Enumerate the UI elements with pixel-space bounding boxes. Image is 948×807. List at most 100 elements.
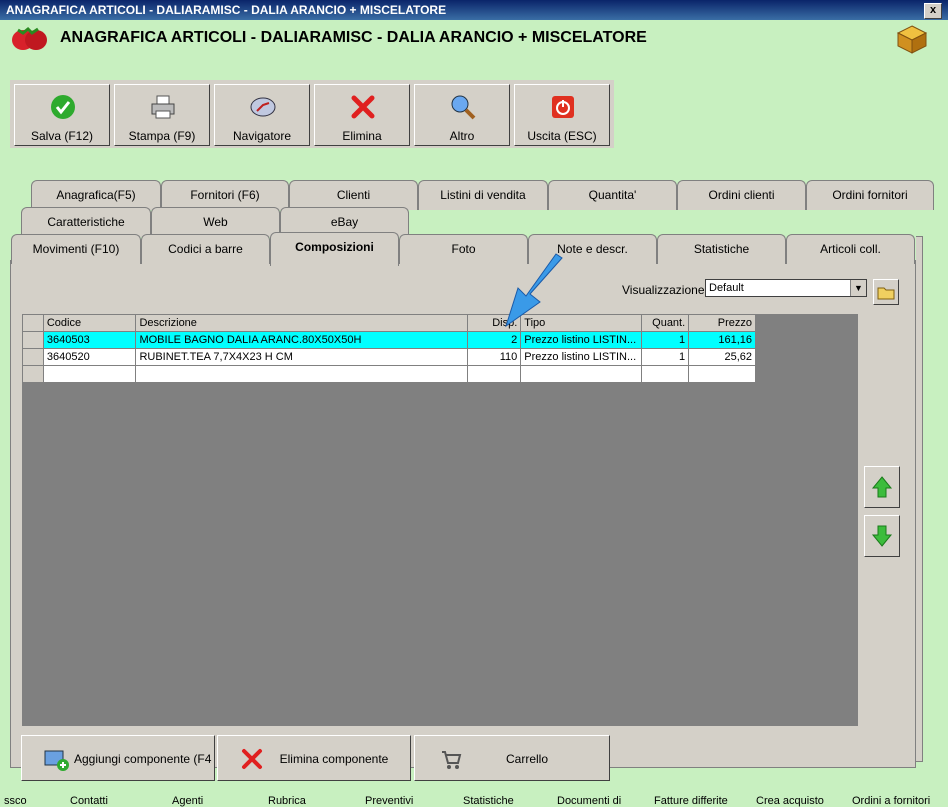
cell-disp[interactable]: 110 — [467, 348, 522, 366]
footer-tab[interactable]: Statistiche — [463, 795, 514, 807]
folder-icon — [877, 287, 895, 300]
move-up-button[interactable] — [864, 466, 900, 508]
window-title: ANAGRAFICA ARTICOLI - DALIARAMISC - DALI… — [6, 3, 447, 17]
folder-button[interactable] — [873, 279, 899, 305]
app-header: ANAGRAFICA ARTICOLI - DALIARAMISC - DALI… — [0, 20, 948, 68]
print-button[interactable]: Stampa (F9) — [114, 84, 210, 146]
row-selector[interactable] — [22, 365, 44, 383]
column-header-descrizione[interactable]: Descrizione — [135, 314, 469, 332]
tab-clienti[interactable]: Clienti — [289, 180, 418, 210]
check-icon — [51, 95, 75, 119]
footer-tab[interactable]: Ordini a fornitori — [852, 795, 930, 807]
cell-empty[interactable] — [42, 365, 137, 383]
footer-tab[interactable]: Contatti — [70, 795, 108, 807]
tab-panel-edge — [916, 236, 923, 762]
table-row[interactable]: 3640503 MOBILE BAGNO DALIA ARANC.80X50X5… — [22, 331, 756, 349]
print-label: Stampa (F9) — [128, 129, 196, 143]
visualizzazione-value: Default — [709, 282, 744, 294]
delete-button[interactable]: Elimina — [314, 84, 410, 146]
cell-empty[interactable] — [135, 365, 469, 383]
cell-empty[interactable] — [641, 365, 690, 383]
more-label: Altro — [449, 129, 475, 143]
arrow-down-icon — [871, 525, 893, 547]
delete-label: Elimina — [342, 129, 382, 143]
visualizzazione-label: Visualizzazione : — [622, 283, 712, 297]
column-header-codice[interactable]: Codice — [42, 314, 137, 332]
table-row[interactable]: 3640520 RUBINET.TEA 7,7X4X23 H CM 110 Pr… — [22, 348, 756, 366]
tab-web[interactable]: Web — [151, 207, 280, 237]
red-x-icon — [351, 95, 375, 119]
blue-arrow-icon — [505, 253, 563, 328]
visualizzazione-select[interactable]: Default ▼ — [705, 279, 867, 297]
grid-header-row: Codice Descrizione Disp. Tipo Quant. Pre… — [22, 314, 756, 332]
page-title: ANAGRAFICA ARTICOLI - DALIARAMISC - DALI… — [60, 29, 647, 46]
window-titlebar: ANAGRAFICA ARTICOLI - DALIARAMISC - DALI… — [0, 0, 948, 20]
row-selector-header — [22, 314, 44, 332]
navigator-button[interactable]: Navigatore — [214, 84, 310, 146]
tab-statistiche[interactable]: Statistiche — [657, 234, 786, 264]
add-component-icon — [44, 750, 69, 771]
footer-tab[interactable]: Documenti di — [557, 795, 621, 807]
tab-ordini-clienti[interactable]: Ordini clienti — [677, 180, 806, 210]
toolbar: Salva (F12) Stampa (F9) Navigatore Elimi… — [10, 80, 614, 148]
cube-icon — [896, 25, 928, 54]
power-icon — [552, 96, 574, 118]
tab-caratteristiche[interactable]: Caratteristiche — [21, 207, 151, 237]
more-button[interactable]: Altro — [414, 84, 510, 146]
add-component-label: Aggiungi componente (F4 — [74, 752, 212, 766]
footer-tab[interactable]: Preventivi — [365, 795, 413, 807]
footer-tab[interactable]: Rubrica — [268, 795, 306, 807]
tab-fornitori[interactable]: Fornitori (F6) — [161, 180, 289, 210]
cell-codice[interactable]: 3640520 — [42, 348, 137, 366]
tab-articoli-coll[interactable]: Articoli coll. — [786, 234, 915, 264]
cell-empty[interactable] — [520, 365, 643, 383]
cart-label: Carrello — [505, 752, 548, 766]
cell-empty[interactable] — [467, 365, 522, 383]
save-button[interactable]: Salva (F12) — [14, 84, 110, 146]
printer-icon — [151, 95, 175, 119]
close-button[interactable]: x — [924, 3, 942, 19]
cell-disp[interactable]: 2 — [467, 331, 522, 349]
add-component-button[interactable]: Aggiungi componente (F4 — [21, 735, 215, 781]
delete-component-button[interactable]: Elimina componente — [217, 735, 411, 781]
cell-quant[interactable]: 1 — [641, 348, 690, 366]
save-label: Salva (F12) — [30, 129, 94, 143]
row-selector[interactable] — [22, 348, 44, 366]
compass-icon — [250, 97, 276, 117]
column-header-prezzo[interactable]: Prezzo — [688, 314, 756, 332]
tab-codici-barre[interactable]: Codici a barre — [141, 234, 270, 264]
navigator-label: Navigatore — [232, 129, 292, 143]
table-row-empty[interactable] — [22, 365, 756, 383]
delete-component-label: Elimina componente — [279, 752, 389, 766]
footer-tab[interactable]: ssco — [4, 795, 27, 807]
tab-quantita[interactable]: Quantita' — [548, 180, 677, 210]
exit-label: Uscita (ESC) — [527, 129, 597, 143]
cell-descrizione[interactable]: RUBINET.TEA 7,7X4X23 H CM — [135, 348, 469, 366]
footer-tab[interactable]: Crea acquisto — [756, 795, 824, 807]
cell-prezzo[interactable]: 161,16 — [688, 331, 756, 349]
tab-composizioni[interactable]: Composizioni — [270, 232, 399, 266]
row-selector[interactable] — [22, 331, 44, 349]
chevron-down-icon[interactable]: ▼ — [850, 280, 866, 296]
cell-descrizione[interactable]: MOBILE BAGNO DALIA ARANC.80X50X50H — [135, 331, 469, 349]
tab-listini-vendita[interactable]: Listini di vendita — [418, 180, 548, 210]
footer-tabs: ssco Contatti Agenti Rubrica Preventivi … — [0, 794, 948, 807]
cart-button[interactable]: Carrello — [414, 735, 610, 781]
tab-ordini-fornitori[interactable]: Ordini fornitori — [806, 180, 934, 210]
cell-prezzo[interactable]: 25,62 — [688, 348, 756, 366]
cell-codice[interactable]: 3640503 — [42, 331, 137, 349]
column-header-quant[interactable]: Quant. — [641, 314, 690, 332]
arrow-up-icon — [871, 476, 893, 498]
tab-anagrafica[interactable]: Anagrafica(F5) — [31, 180, 161, 210]
footer-tab[interactable]: Fatture differite — [654, 795, 728, 807]
move-down-button[interactable] — [864, 515, 900, 557]
footer-tab[interactable]: Agenti — [172, 795, 203, 807]
magnifier-icon — [451, 95, 476, 120]
cell-empty[interactable] — [688, 365, 756, 383]
cell-quant[interactable]: 1 — [641, 331, 690, 349]
cell-tipo[interactable]: Prezzo listino LISTIN... — [520, 348, 643, 366]
exit-button[interactable]: Uscita (ESC) — [514, 84, 610, 146]
strawberry-logo-icon — [12, 26, 47, 50]
cell-tipo[interactable]: Prezzo listino LISTIN... — [520, 331, 643, 349]
tab-movimenti[interactable]: Movimenti (F10) — [11, 234, 141, 264]
